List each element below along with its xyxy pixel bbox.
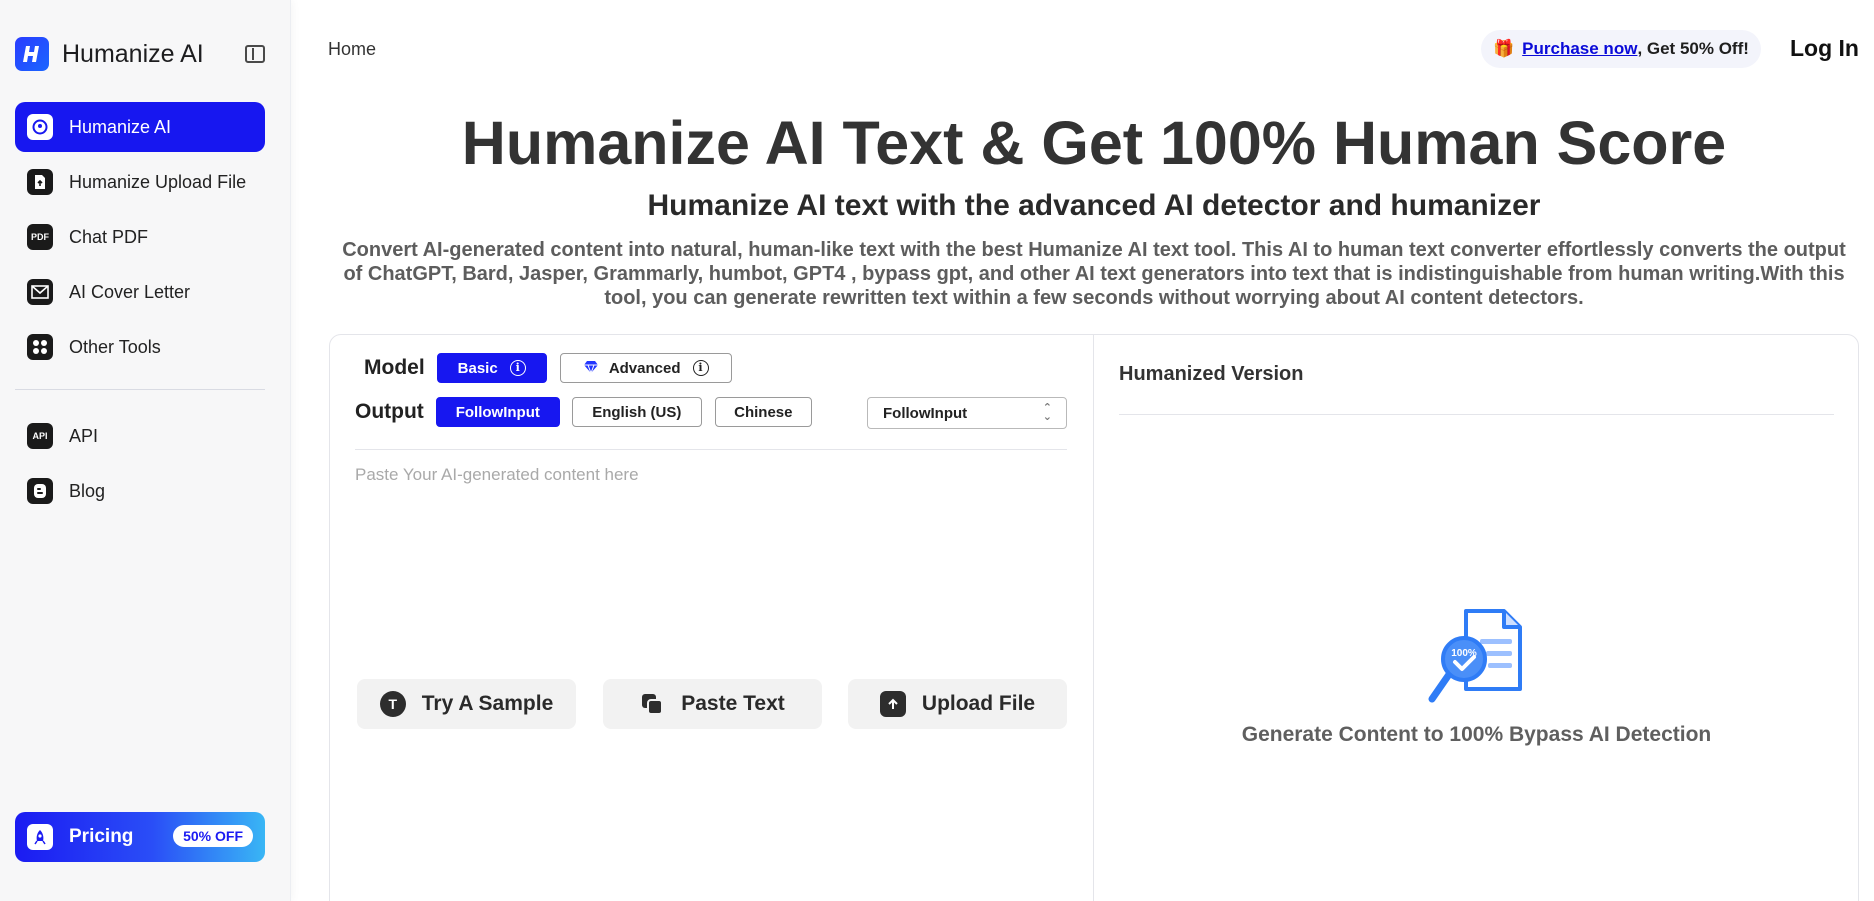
sidebar-item-humanize-upload-file[interactable]: Humanize Upload File — [15, 157, 265, 207]
try-sample-button[interactable]: T Try A Sample — [357, 679, 576, 729]
output-divider — [1119, 414, 1834, 415]
purchase-now-link[interactable]: Purchase now — [1522, 39, 1637, 59]
brand[interactable]: Humanize AI — [15, 37, 267, 71]
page-title: Humanize AI Text & Get 100% Human Score — [461, 109, 1727, 177]
info-icon[interactable]: i — [509, 360, 526, 376]
copy-icon — [639, 691, 665, 717]
sample-text-icon: T — [379, 691, 406, 717]
output-language-select[interactable]: FollowInput ⌃ ⌄ — [867, 397, 1067, 429]
output-english-button[interactable]: English (US) — [571, 397, 702, 427]
select-value: FollowInput — [883, 404, 968, 422]
chevron-updown-icon: ⌃ ⌄ — [1042, 402, 1052, 423]
model-label: Model — [364, 356, 425, 379]
model-option-label: Advanced — [608, 359, 681, 377]
gift-icon: 🎁 — [1493, 39, 1515, 58]
model-row: Model Basic i Advanced i — [355, 353, 732, 383]
page-subtitle: Humanize AI text with the advanced AI de… — [647, 189, 1541, 222]
sidebar-item-label: AI Cover Letter — [69, 281, 191, 302]
sidebar-item-api[interactable]: API API — [15, 411, 265, 461]
sidebar-item-chat-pdf[interactable]: PDF Chat PDF — [15, 212, 265, 262]
grid-icon — [27, 334, 53, 360]
sidebar-item-label: Other Tools — [69, 336, 161, 357]
output-chinese-button[interactable]: Chinese — [714, 397, 812, 427]
sidebar: Humanize AI Humanize AI Humanize Upload … — [0, 0, 291, 901]
promo-banner: 🎁 Purchase now , Get 50% Off! — [1481, 30, 1761, 68]
humanized-version-title: Humanized Version — [1119, 363, 1304, 385]
sidebar-nav: Humanize AI Humanize Upload File PDF Cha… — [15, 102, 265, 521]
input-divider — [355, 449, 1067, 450]
output-pane: Humanized Version 100% Generate Content … — [1094, 335, 1859, 901]
promo-text: , Get 50% Off! — [1637, 39, 1749, 58]
pricing-button[interactable]: Pricing 50% OFF — [15, 812, 265, 862]
pdf-icon: PDF — [27, 224, 53, 250]
envelope-icon — [27, 279, 53, 305]
sidebar-item-label: Humanize AI — [69, 116, 172, 137]
humanizer-panel: Model Basic i Advanced i Output FollowIn… — [329, 334, 1859, 901]
page-description: Convert AI-generated content into natura… — [342, 239, 1846, 309]
discount-badge: 50% OFF — [173, 825, 253, 847]
sidebar-item-blog[interactable]: Blog — [15, 466, 265, 516]
sidebar-item-humanize-ai[interactable]: Humanize AI — [15, 102, 265, 152]
action-label: Upload File — [921, 692, 1036, 715]
sidebar-item-label: Chat PDF — [69, 226, 149, 247]
action-label: Paste Text — [681, 692, 785, 715]
sidebar-item-ai-cover-letter[interactable]: AI Cover Letter — [15, 267, 265, 317]
paste-text-button[interactable]: Paste Text — [602, 679, 822, 729]
action-label: Try A Sample — [421, 692, 554, 715]
model-advanced-button[interactable]: Advanced i — [559, 353, 732, 383]
sidebar-item-other-tools[interactable]: Other Tools — [15, 322, 265, 372]
document-check-icon: 100% — [1428, 605, 1528, 705]
upload-icon — [879, 691, 906, 717]
input-pane: Model Basic i Advanced i Output FollowIn… — [330, 335, 1094, 901]
output-option-label: English (US) — [592, 403, 682, 421]
model-option-label: Basic — [457, 359, 498, 377]
model-basic-button[interactable]: Basic i — [436, 353, 547, 383]
breadcrumb[interactable]: Home — [328, 39, 376, 60]
output-followinput-button[interactable]: FollowInput — [435, 397, 560, 427]
api-icon: API — [27, 423, 53, 449]
output-label: Output — [355, 400, 424, 423]
blogger-icon — [27, 478, 53, 504]
pricing-label: Pricing — [69, 826, 134, 847]
sidebar-item-label: Blog — [69, 480, 106, 501]
login-button[interactable]: Log In — [1790, 35, 1859, 62]
output-row: Output FollowInput English (US) Chinese — [355, 397, 812, 427]
sidebar-item-label: Humanize Upload File — [69, 171, 247, 192]
output-option-label: FollowInput — [455, 403, 540, 421]
sidebar-toggle-icon[interactable] — [245, 45, 265, 63]
info-icon[interactable]: i — [692, 360, 709, 376]
brand-name: Humanize AI — [62, 39, 204, 68]
diamond-icon — [583, 360, 599, 377]
brain-icon — [27, 114, 53, 140]
sidebar-item-label: API — [69, 425, 99, 446]
upload-file-button[interactable]: Upload File — [848, 679, 1067, 729]
file-upload-icon — [27, 169, 53, 195]
rocket-icon — [27, 824, 53, 850]
sidebar-divider — [15, 389, 265, 390]
empty-state-text: Generate Content to 100% Bypass AI Detec… — [1241, 723, 1712, 746]
output-option-label: Chinese — [734, 403, 793, 421]
content-input[interactable] — [355, 465, 1067, 645]
humanize-logo-icon — [15, 37, 49, 71]
input-actions: T Try A Sample Paste Text Upload File — [357, 679, 1067, 729]
